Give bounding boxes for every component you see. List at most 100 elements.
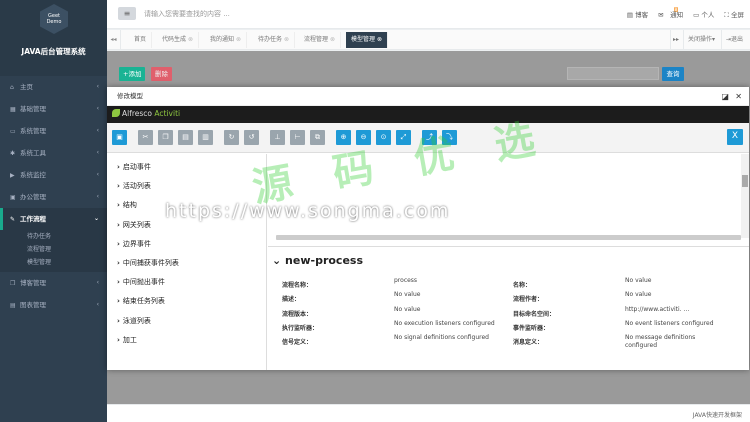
sidebar-item-blog[interactable]: ❐ 博客管理 ‹ — [0, 272, 107, 294]
close-editor-button[interactable]: X — [727, 129, 743, 145]
tab-notices[interactable]: 我的通知 ⊗ — [205, 32, 248, 48]
sidebar-item-label: 系统管理 — [20, 127, 46, 135]
blog-link[interactable]: ▤ 博客 — [627, 9, 648, 20]
prop-value[interactable]: No value — [625, 291, 651, 298]
leaf-icon — [112, 109, 120, 117]
horizontal-scrollbar[interactable] — [276, 235, 741, 240]
exit-button[interactable]: ⇥退出 — [721, 30, 747, 50]
alfresco-header: Alfresco Activiti — [107, 106, 749, 123]
search-input[interactable]: 请输入您需要查找的内容 ... — [144, 9, 230, 19]
redo-icon[interactable]: ↻ — [224, 130, 239, 145]
vertical-scrollbar[interactable] — [741, 154, 749, 238]
same-size-icon[interactable]: ⧉ — [310, 130, 325, 145]
home-icon: ⌂ — [10, 84, 14, 91]
grid-icon: ▦ — [10, 106, 16, 113]
shape-palette: 启动事件 活动列表 结构 网关列表 边界事件 中间捕获事件列表 中间抛出事件 结… — [107, 154, 267, 370]
sidebar-item-monitor[interactable]: ▶ 系统监控 ‹ — [0, 164, 107, 186]
tab-label: 待办任务 — [258, 36, 283, 43]
prop-value[interactable]: No value — [394, 291, 420, 298]
zoom-actual-icon[interactable]: ⊙ — [376, 130, 391, 145]
palette-item-activities[interactable]: 活动列表 — [107, 177, 266, 196]
modeler-toolbar: ▣ ✂ ❐ ▤ ▥ ↻ ↺ ⊥ ⊢ ⧉ ⊕ ⊖ ⊙ ⤢ ⤴ ⤵ X — [107, 123, 749, 153]
logo-area: Geet Demo JAVA后台管理系统 — [0, 0, 107, 76]
close-icon[interactable]: ⊗ — [284, 36, 289, 43]
sidebar-item-basic[interactable]: ▦ 基础管理 ‹ — [0, 98, 107, 120]
sidebar-item-tools[interactable]: ✱ 系统工具 ‹ — [0, 142, 107, 164]
close-ops-dropdown[interactable]: 关闭操作▾ — [683, 30, 719, 50]
sidebar-subitem-process[interactable]: 流程管理 — [0, 243, 107, 256]
zoom-out-icon[interactable]: ⊖ — [356, 130, 371, 145]
sidebar-item-home[interactable]: ⌂ 主页 ‹ — [0, 76, 107, 98]
double-chevron-left-icon: ◂◂ — [110, 36, 117, 43]
add-button[interactable]: +添加 — [119, 67, 146, 81]
paste-icon[interactable]: ▤ — [178, 130, 193, 145]
content-search-input[interactable] — [567, 67, 659, 80]
exit-label: 退出 — [731, 36, 744, 43]
palette-item-intermediate-catch[interactable]: 中间捕获事件列表 — [107, 254, 266, 273]
process-title: ⌄ new-process — [272, 254, 363, 267]
bell-icon: ✉ — [658, 11, 666, 19]
tab-model[interactable]: 模型管理 ⊗ — [346, 32, 389, 48]
fullscreen-link[interactable]: ⛶ 全屏 — [724, 9, 744, 20]
sidebar-item-system[interactable]: ▭ 系统管理 ‹ — [0, 120, 107, 142]
palette-item-end-events[interactable]: 结束任务列表 — [107, 292, 266, 311]
tab-process[interactable]: 流程管理 ⊗ — [299, 32, 342, 48]
zoom-fit-icon[interactable]: ⤢ — [396, 130, 411, 145]
palette-item-intermediate-throw[interactable]: 中间抛出事件 — [107, 273, 266, 292]
palette-item-swimlanes[interactable]: 泳道列表 — [107, 312, 266, 331]
prop-value[interactable]: No event listeners configured — [625, 320, 714, 327]
bendpoint-remove-icon[interactable]: ⤵ — [442, 130, 457, 145]
sidebar-item-label: 博客管理 — [20, 279, 46, 287]
prop-value[interactable]: No value — [625, 277, 651, 284]
tab-scroll-right-button[interactable]: ▸▸ — [670, 30, 682, 50]
tab-scroll-left-button[interactable]: ◂◂ — [107, 30, 121, 50]
maximize-icon[interactable]: ◪ — [721, 87, 729, 106]
prop-value[interactable]: process — [394, 277, 417, 284]
prop-value[interactable]: http://www.activiti. ... — [625, 306, 689, 313]
close-icon[interactable]: ⊗ — [330, 36, 335, 43]
close-icon[interactable]: ⊗ — [236, 36, 241, 43]
sidebar-item-office[interactable]: ▣ 办公管理 ‹ — [0, 186, 107, 208]
zoom-in-icon[interactable]: ⊕ — [336, 130, 351, 145]
save-icon[interactable]: ▣ — [112, 130, 127, 145]
delete-icon[interactable]: ▥ — [198, 130, 213, 145]
tab-label: 流程管理 — [304, 36, 329, 43]
blog-label: 博客 — [635, 11, 649, 19]
close-icon[interactable]: ✕ — [735, 87, 742, 106]
copy-icon[interactable]: ❐ — [158, 130, 173, 145]
bendpoint-add-icon[interactable]: ⤴ — [422, 130, 437, 145]
prop-value[interactable]: No message definitions configured — [625, 334, 725, 350]
undo-icon[interactable]: ↺ — [244, 130, 259, 145]
double-chevron-right-icon: ▸▸ — [673, 36, 680, 43]
notify-link[interactable]: ✉ 8通知 — [658, 7, 683, 20]
menu-toggle-button[interactable]: ≡ — [118, 7, 136, 20]
blog-icon: ▤ — [626, 11, 636, 19]
prop-value[interactable]: No signal definitions configured — [394, 334, 489, 341]
align-vertical-icon[interactable]: ⊥ — [270, 130, 285, 145]
align-horizontal-icon[interactable]: ⊢ — [290, 130, 305, 145]
palette-item-structural[interactable]: 结构 — [107, 196, 266, 215]
palette-item-start-events[interactable]: 启动事件 — [107, 158, 266, 177]
cut-icon[interactable]: ✂ — [138, 130, 153, 145]
sidebar-item-chart[interactable]: ▤ 图表管理 ‹ — [0, 294, 107, 316]
sidebar-subitem-todo[interactable]: 待办任务 — [0, 230, 107, 243]
prop-value[interactable]: No execution listeners configured — [394, 320, 495, 327]
palette-item-gateways[interactable]: 网关列表 — [107, 216, 266, 235]
prop-label: 消息定义： — [513, 339, 544, 346]
delete-button[interactable]: 删除 — [151, 67, 172, 81]
personal-link[interactable]: ▭ 个人 — [693, 9, 714, 20]
diagram-canvas[interactable] — [268, 154, 749, 243]
close-icon[interactable]: ⊗ — [188, 36, 193, 43]
tab-todo[interactable]: 待办任务 ⊗ — [253, 32, 296, 48]
close-icon[interactable]: ⊗ — [377, 36, 382, 43]
palette-item-boundary-events[interactable]: 边界事件 — [107, 235, 266, 254]
prop-value[interactable]: No value — [394, 306, 420, 313]
chevron-down-icon: ⌄ — [93, 215, 99, 222]
tab-codegen[interactable]: 代码生成 ⊗ — [157, 32, 200, 48]
sidebar-item-workflow[interactable]: ✎ 工作流程 ⌄ — [0, 208, 107, 230]
scroll-thumb[interactable] — [742, 175, 748, 187]
sidebar-subitem-model[interactable]: 模型管理 — [0, 256, 107, 272]
palette-item-artifacts[interactable]: 加工 — [107, 331, 266, 350]
query-button[interactable]: 查询 — [662, 67, 684, 81]
tab-home[interactable]: 首页 — [129, 32, 153, 48]
